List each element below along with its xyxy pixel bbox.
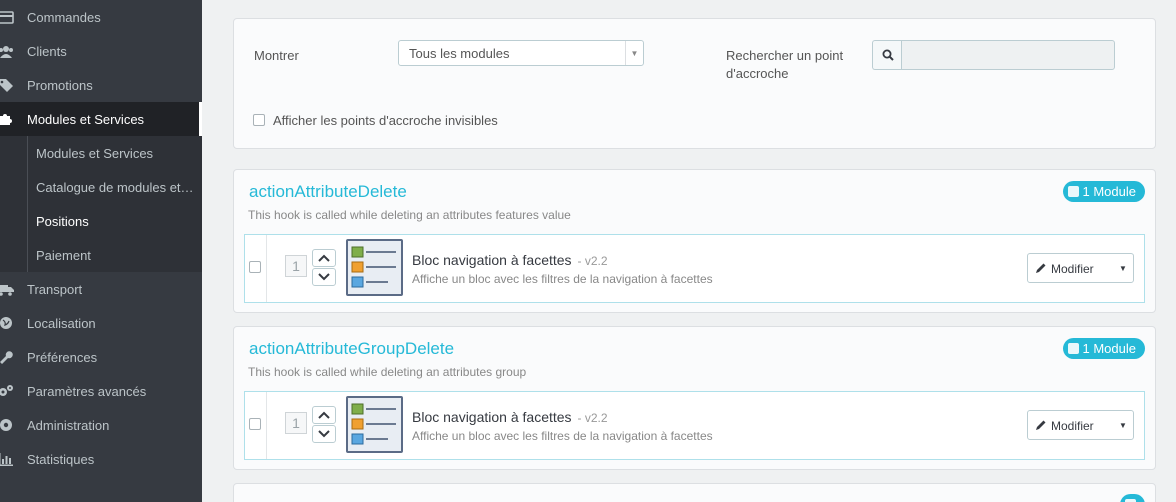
hook-title[interactable]: actionAttributeDelete (249, 182, 407, 202)
checkbox-icon (1067, 343, 1079, 354)
sidebar-item-label: Administration (27, 417, 110, 433)
sidebar-item-preferences[interactable]: Préférences (0, 340, 202, 374)
module-row: 1 Bloc navigation à facettes - v2.2 Affic… (244, 391, 1145, 460)
chevron-up-icon (318, 254, 330, 262)
sidebar-item-label: Clients (27, 43, 67, 59)
truck-icon (0, 282, 14, 296)
row-divider (266, 392, 267, 459)
modifier-label: Modifier (1051, 262, 1094, 276)
pencil-icon (1035, 262, 1047, 277)
filter-panel: Montrer Tous les modules ▼ Rechercher un… (233, 18, 1156, 149)
submenu-item-modules-services[interactable]: Modules et Services (0, 136, 202, 170)
move-up-button[interactable] (312, 249, 336, 267)
position-number: 1 (285, 412, 307, 434)
modifier-button[interactable]: Modifier ▼ (1027, 410, 1134, 440)
module-name: Bloc navigation à facettes - v2.2 (412, 409, 608, 425)
sidebar-item-label: Modules et Services (27, 111, 145, 127)
show-label: Montrer (254, 48, 299, 63)
content-gutter (202, 0, 212, 502)
bar-chart-icon (0, 452, 14, 466)
module-row: 1 Bloc navigation à facettes - v2.2 Affic… (244, 234, 1145, 303)
move-down-button[interactable] (312, 268, 336, 286)
caret-down-icon[interactable]: ▼ (1112, 411, 1134, 439)
submenu-item-label: Positions (36, 213, 89, 229)
module-description: Affiche un bloc avec les filtres de la n… (412, 272, 713, 286)
chevron-down-icon (318, 273, 330, 281)
puzzle-icon (0, 112, 14, 126)
sidebar-item-label: Statistiques (27, 451, 95, 467)
search-hook-input[interactable] (901, 40, 1115, 70)
submenu-item-label: Catalogue de modules et t... (36, 179, 196, 195)
module-select-checkbox[interactable] (249, 261, 261, 273)
sidebar-item-label: Paramètres avancés (27, 383, 147, 399)
sidebar-item-statistiques[interactable]: Statistiques (0, 442, 202, 476)
hook-panel: actionAttributeGroupDelete This hook is … (233, 326, 1156, 470)
checkbox-icon (1067, 186, 1079, 197)
sidebar-item-label: Commandes (27, 9, 101, 25)
sidebar-item-localisation[interactable]: Localisation (0, 306, 202, 340)
sidebar-item-label: Promotions (27, 77, 93, 93)
sidebar-item-modules[interactable]: Modules et Services (0, 102, 202, 136)
submenu-item-paiement[interactable]: Paiement (0, 238, 202, 272)
module-name-text: Bloc navigation à facettes (412, 409, 572, 425)
hook-description: This hook is called while deleting an at… (248, 208, 571, 222)
module-version: - v2.2 (577, 411, 608, 425)
module-count-label: 1 Module (1082, 341, 1136, 356)
hook-panel: actionAttributeDelete This hook is calle… (233, 169, 1156, 313)
chevron-down-icon: ▼ (625, 41, 643, 65)
show-invisible-label: Afficher les points d'accroche invisible… (273, 113, 498, 128)
module-count-badge: 1 Module (1062, 181, 1145, 202)
modifier-label: Modifier (1051, 419, 1094, 433)
submenu-item-catalogue[interactable]: Catalogue de modules et t... (0, 170, 202, 204)
module-description: Affiche un bloc avec les filtres de la n… (412, 429, 713, 443)
submenu-item-label: Paiement (36, 247, 91, 263)
submenu-item-label: Modules et Services (36, 145, 154, 161)
users-icon (0, 44, 14, 58)
tag-icon (0, 78, 14, 92)
sidebar-item-promotions[interactable]: Promotions (0, 68, 202, 102)
sidebar-item-transport[interactable]: Transport (0, 272, 202, 306)
module-version: - v2.2 (577, 254, 608, 268)
submenu-item-positions[interactable]: Positions (0, 204, 202, 238)
hook-title[interactable]: actionAttributeGroupDelete (249, 339, 454, 359)
module-count-label: 1 Module (1082, 184, 1136, 199)
sidebar-item-label: Localisation (27, 315, 96, 331)
sidebar-item-parametres-avances[interactable]: Paramètres avancés (0, 374, 202, 408)
search-icon (872, 40, 902, 70)
chevron-down-icon (318, 430, 330, 438)
cart-icon (0, 10, 14, 24)
module-name: Bloc navigation à facettes - v2.2 (412, 252, 608, 268)
hook-description: This hook is called while deleting an at… (248, 365, 527, 379)
module-logo (346, 396, 403, 453)
show-modules-select[interactable]: Tous les modules ▼ (398, 40, 644, 66)
position-number: 1 (285, 255, 307, 277)
sidebar: Commandes Clients Promotions Modules et … (0, 0, 202, 502)
modifier-button[interactable]: Modifier ▼ (1027, 253, 1134, 283)
caret-down-icon[interactable]: ▼ (1112, 254, 1134, 282)
move-up-button[interactable] (312, 406, 336, 424)
row-divider (266, 235, 267, 302)
chevron-up-icon (318, 411, 330, 419)
sidebar-item-label: Transport (27, 281, 83, 297)
hook-panel-partial (233, 483, 1156, 502)
sidebar-item-administration[interactable]: Administration (0, 408, 202, 442)
module-select-checkbox[interactable] (249, 418, 261, 430)
module-name-text: Bloc navigation à facettes (412, 252, 572, 268)
show-modules-value: Tous les modules (409, 46, 510, 61)
sidebar-item-commandes[interactable]: Commandes (0, 0, 202, 34)
search-hook-label: Rechercher un point d'accroche (726, 48, 844, 81)
wrench-icon (0, 350, 14, 364)
move-down-button[interactable] (312, 425, 336, 443)
cogs-icon (0, 384, 14, 398)
module-count-badge (1120, 494, 1145, 502)
show-invisible-checkbox[interactable] (253, 114, 265, 126)
module-logo (346, 239, 403, 296)
module-count-badge: 1 Module (1062, 338, 1145, 359)
globe-icon (0, 316, 14, 330)
sidebar-item-clients[interactable]: Clients (0, 34, 202, 68)
gear-icon (0, 418, 14, 432)
pencil-icon (1035, 419, 1047, 434)
sidebar-item-label: Préférences (27, 349, 98, 365)
